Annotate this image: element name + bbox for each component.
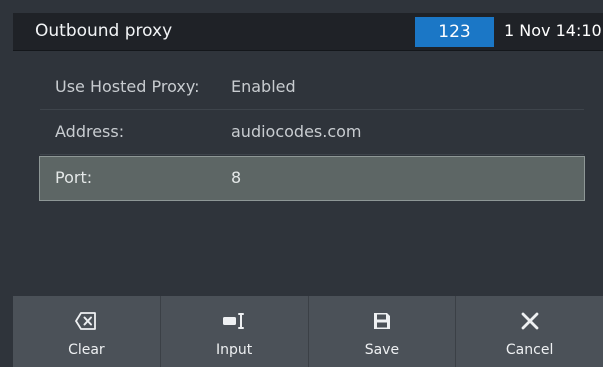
softkey-bar: Clear Input Save Cancel [13, 296, 603, 367]
phone-screen: Outbound proxy 123 1 Nov 14:10 Use Hoste… [0, 0, 603, 367]
setting-row-address[interactable]: Address: audiocodes.com [40, 111, 584, 155]
cancel-button[interactable]: Cancel [456, 296, 603, 367]
setting-label: Address: [55, 122, 125, 141]
header-bar: Outbound proxy 123 1 Nov 14:10 [13, 13, 603, 51]
setting-row-port[interactable]: Port: 8 [39, 156, 585, 201]
setting-label: Port: [55, 168, 93, 187]
clear-button[interactable]: Clear [13, 296, 161, 367]
setting-row-use-hosted-proxy[interactable]: Use Hosted Proxy: Enabled [40, 66, 584, 110]
backspace-icon [13, 308, 160, 334]
softkey-label: Save [364, 342, 400, 358]
softkey-label: Cancel [505, 342, 554, 358]
floppy-disk-icon [309, 308, 456, 334]
setting-value: 8 [231, 168, 242, 187]
settings-list: Use Hosted Proxy: Enabled Address: audio… [13, 51, 603, 295]
date-time: 1 Nov 14:10 [504, 21, 602, 40]
setting-value: Enabled [231, 77, 296, 96]
input-button[interactable]: Input [161, 296, 309, 367]
softkey-label: Clear [68, 342, 105, 358]
setting-label: Use Hosted Proxy: [55, 77, 200, 96]
line-number-badge: 123 [415, 17, 494, 47]
setting-value: audiocodes.com [231, 122, 362, 141]
page-title: Outbound proxy [35, 21, 173, 41]
softkey-label: Input [215, 342, 253, 358]
close-icon [456, 308, 603, 334]
input-mode-icon [161, 308, 308, 334]
save-button[interactable]: Save [309, 296, 457, 367]
